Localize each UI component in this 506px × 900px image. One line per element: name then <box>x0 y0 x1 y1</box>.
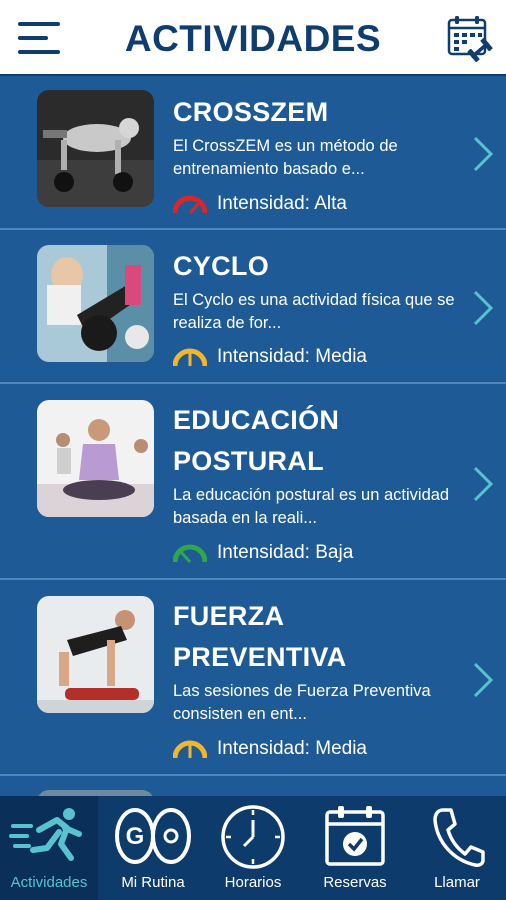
cyclo-thumbnail <box>37 245 154 362</box>
weights-icon: G <box>115 808 191 864</box>
tab-horarios[interactable]: Horarios <box>206 796 300 900</box>
activity-item-educacion-postural[interactable]: EDUCACIÓN POSTURAL La educación postural… <box>0 384 506 580</box>
intensity-label: Intensidad: Media <box>217 346 367 367</box>
tab-label: Actividades <box>10 874 88 891</box>
phone-icon <box>433 808 485 867</box>
app-header: ACTIVIDADES <box>0 0 506 76</box>
fuerza-preventiva-thumbnail <box>37 596 154 713</box>
chevron-right-icon[interactable] <box>470 288 496 328</box>
activity-name: FUERZA PREVENTIVA <box>173 601 347 672</box>
intensity-label: Intensidad: Baja <box>217 542 354 563</box>
tab-label: Reservas <box>323 874 387 891</box>
activity-item-fuerza-preventiva[interactable]: FUERZA PREVENTIVA Las sesiones de Fuerza… <box>0 580 506 776</box>
activity-description: El CrossZEM es un método de entrenamient… <box>173 137 398 178</box>
chevron-right-icon[interactable] <box>470 464 496 504</box>
activity-item-crosszem[interactable]: CROSSZEM El CrossZEM es un método de ent… <box>0 78 506 230</box>
clock-icon <box>221 805 285 869</box>
activity-item-partial[interactable] <box>0 776 506 796</box>
tab-label: Mi Rutina <box>121 874 185 891</box>
activity-list[interactable]: CROSSZEM El CrossZEM es un método de ent… <box>0 78 506 796</box>
activity-intensity: Intensidad: Media <box>173 736 367 762</box>
tab-label: Llamar <box>434 874 480 891</box>
bottom-navigation: Actividades G Mi Rutina Horarios Reserva… <box>0 796 506 900</box>
tab-actividades[interactable]: Actividades <box>0 796 98 900</box>
svg-text:G: G <box>126 823 145 850</box>
activity-description: El Cyclo es una actividad física que se … <box>173 291 455 332</box>
crosszem-thumbnail <box>37 90 154 207</box>
gauge-high-icon <box>173 195 207 214</box>
running-icon <box>9 808 82 861</box>
activity-intensity: Intensidad: Alta <box>173 191 347 217</box>
activity-name: EDUCACIÓN POSTURAL <box>173 405 340 476</box>
activity-name: CROSSZEM <box>173 97 329 127</box>
activity-intensity: Intensidad: Media <box>173 344 367 370</box>
chevron-right-icon[interactable] <box>470 134 496 174</box>
tab-mi-rutina[interactable]: G Mi Rutina <box>104 796 202 900</box>
chevron-right-icon[interactable] <box>470 660 496 700</box>
intensity-label: Intensidad: Alta <box>217 193 347 214</box>
activity-item-cyclo[interactable]: CYCLO El Cyclo es una actividad física q… <box>0 230 506 384</box>
tab-reservas[interactable]: Reservas <box>306 796 404 900</box>
tab-label: Horarios <box>224 874 282 891</box>
activity-intensity: Intensidad: Baja <box>173 540 353 566</box>
calendar-dumbbell-icon[interactable] <box>442 12 496 66</box>
tab-llamar[interactable]: Llamar <box>408 796 506 900</box>
page-title: ACTIVIDADES <box>124 18 382 59</box>
educacion-postural-thumbnail <box>37 400 154 517</box>
activity-description: La educación postural es un actividad ba… <box>173 486 450 527</box>
activity-name: CYCLO <box>173 251 269 281</box>
intensity-label: Intensidad: Media <box>217 738 367 759</box>
activity-description: Las sesiones de Fuerza Preventiva consis… <box>173 682 431 723</box>
gauge-medium-icon <box>173 348 207 367</box>
gauge-medium-icon <box>173 740 207 759</box>
gauge-low-icon <box>173 544 207 563</box>
calendar-check-icon <box>325 806 385 866</box>
